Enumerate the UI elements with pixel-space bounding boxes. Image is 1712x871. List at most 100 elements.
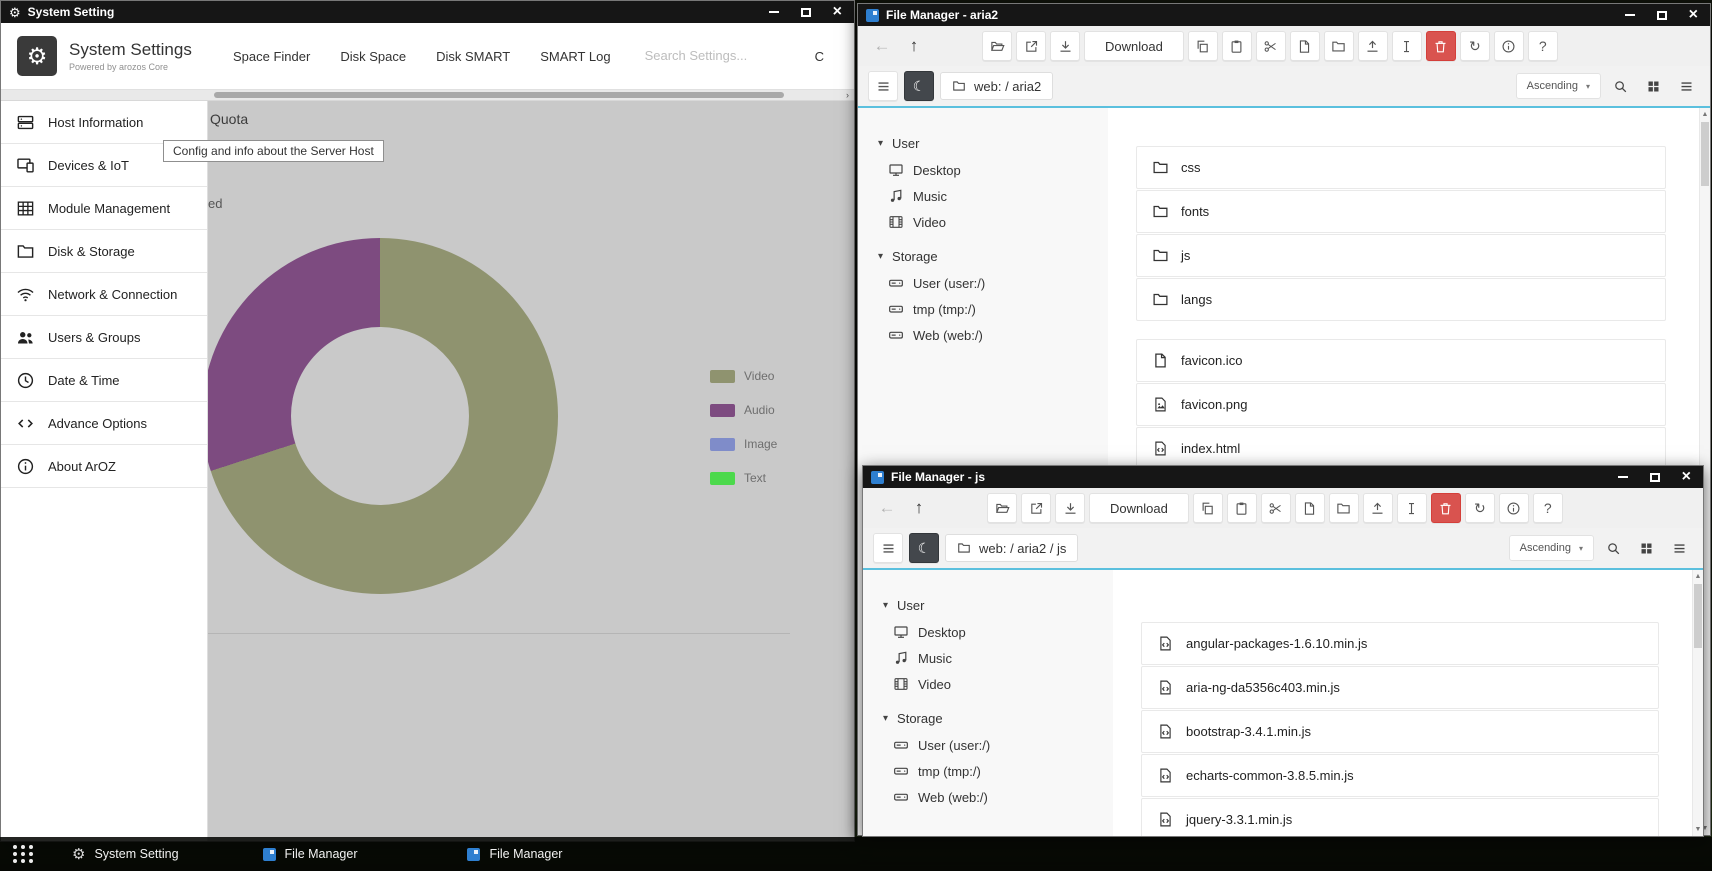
- copy-button[interactable]: [1188, 31, 1218, 61]
- file-row-folder-fonts[interactable]: fonts: [1136, 190, 1666, 233]
- new-folder-button[interactable]: [1329, 493, 1359, 523]
- file-row-angular[interactable]: angular-packages-1.6.10.min.js: [1141, 622, 1659, 665]
- paste-button[interactable]: [1222, 31, 1252, 61]
- sidebar-item-host-information[interactable]: Host Information: [1, 101, 207, 144]
- close-button[interactable]: ×: [1689, 7, 1698, 23]
- file-row-folder-langs[interactable]: langs: [1136, 278, 1666, 321]
- upload-button[interactable]: [1363, 493, 1393, 523]
- apps-grid-icon[interactable]: [12, 843, 34, 865]
- settings-search-input[interactable]: [645, 48, 749, 63]
- rename-button[interactable]: [1397, 493, 1427, 523]
- download-button[interactable]: Download: [1089, 493, 1189, 523]
- menu-button[interactable]: [868, 71, 898, 101]
- open-folder-button[interactable]: [982, 31, 1012, 61]
- window-titlebar[interactable]: File Manager - js ×: [863, 466, 1703, 488]
- hscroll-right-arrow[interactable]: ›: [846, 90, 849, 100]
- sort-dropdown[interactable]: Ascending▾: [1509, 535, 1594, 561]
- sidebar-item-module-management[interactable]: Module Management: [1, 187, 207, 230]
- search-button[interactable]: [1600, 535, 1627, 562]
- tree-item-web-drive[interactable]: Web (web:/): [863, 784, 1113, 810]
- sidebar-item-network-connection[interactable]: Network & Connection: [1, 273, 207, 316]
- scroll-down-arrow[interactable]: ▼: [1693, 826, 1703, 833]
- horizontal-scrollbar[interactable]: ›: [1, 89, 854, 101]
- close-button[interactable]: ×: [1682, 469, 1691, 485]
- tree-section-storage[interactable]: ▾Storage: [858, 243, 1108, 270]
- open-external-button[interactable]: [1021, 493, 1051, 523]
- download-icon-button[interactable]: [1055, 493, 1085, 523]
- tree-item-web-drive[interactable]: Web (web:/): [858, 322, 1108, 348]
- refresh-button[interactable]: ↻: [1465, 493, 1495, 523]
- cut-button[interactable]: [1261, 493, 1291, 523]
- file-row-favicon-ico[interactable]: favicon.ico: [1136, 339, 1666, 382]
- new-file-button[interactable]: [1295, 493, 1325, 523]
- list-view-button[interactable]: [1666, 535, 1693, 562]
- tree-item-video[interactable]: Video: [858, 209, 1108, 235]
- back-button[interactable]: ←: [868, 32, 896, 60]
- file-row-jquery[interactable]: jquery-3.3.1.min.js: [1141, 798, 1659, 836]
- file-row-bootstrap[interactable]: bootstrap-3.4.1.min.js: [1141, 710, 1659, 753]
- taskbar-item-file-manager-1[interactable]: File Manager: [263, 847, 358, 861]
- maximize-button[interactable]: [1657, 11, 1667, 20]
- maximize-button[interactable]: [1650, 473, 1660, 482]
- refresh-button[interactable]: ↻: [1460, 31, 1490, 61]
- tree-item-video[interactable]: Video: [863, 671, 1113, 697]
- paste-button[interactable]: [1227, 493, 1257, 523]
- minimize-button[interactable]: [1625, 14, 1635, 16]
- minimize-button[interactable]: [769, 11, 779, 13]
- file-row-folder-css[interactable]: css: [1136, 146, 1666, 189]
- rename-button[interactable]: [1392, 31, 1422, 61]
- minimize-button[interactable]: [1618, 476, 1628, 478]
- properties-button[interactable]: [1494, 31, 1524, 61]
- file-row-index-html[interactable]: index.html: [1136, 427, 1666, 470]
- new-folder-button[interactable]: [1324, 31, 1354, 61]
- tree-item-tmp-drive[interactable]: tmp (tmp:/): [863, 758, 1113, 784]
- sidebar-item-users-groups[interactable]: Users & Groups: [1, 316, 207, 359]
- scrollbar-thumb[interactable]: [1701, 122, 1709, 186]
- tree-item-music[interactable]: Music: [863, 645, 1113, 671]
- window-titlebar[interactable]: ⚙ System Setting ×: [1, 1, 854, 23]
- delete-button[interactable]: [1431, 493, 1461, 523]
- file-row-folder-js[interactable]: js: [1136, 234, 1666, 277]
- theme-toggle-button[interactable]: ☾: [904, 71, 934, 101]
- up-button[interactable]: ↑: [905, 494, 933, 522]
- taskbar-item-system-setting[interactable]: ⚙ System Setting: [72, 847, 179, 862]
- tab-disk-smart[interactable]: Disk SMART: [436, 49, 510, 64]
- close-button[interactable]: ×: [833, 4, 842, 20]
- file-row-echarts[interactable]: echarts-common-3.8.5.min.js: [1141, 754, 1659, 797]
- tree-item-user-drive[interactable]: User (user:/): [863, 732, 1113, 758]
- tree-item-music[interactable]: Music: [858, 183, 1108, 209]
- delete-button[interactable]: [1426, 31, 1456, 61]
- copy-button[interactable]: [1193, 493, 1223, 523]
- grid-view-button[interactable]: [1633, 535, 1660, 562]
- tree-section-storage[interactable]: ▾Storage: [863, 705, 1113, 732]
- breadcrumb[interactable]: web: / aria2: [940, 72, 1053, 100]
- tab-disk-space[interactable]: Disk Space: [340, 49, 406, 64]
- help-button[interactable]: ?: [1533, 493, 1563, 523]
- search-button[interactable]: [1607, 73, 1634, 100]
- list-view-button[interactable]: [1673, 73, 1700, 100]
- menu-button[interactable]: [873, 533, 903, 563]
- tree-item-desktop[interactable]: Desktop: [863, 619, 1113, 645]
- back-button[interactable]: ←: [873, 494, 901, 522]
- tree-item-user-drive[interactable]: User (user:/): [858, 270, 1108, 296]
- breadcrumb[interactable]: web: / aria2 / js: [945, 534, 1078, 562]
- open-folder-button[interactable]: [987, 493, 1017, 523]
- scroll-up-arrow[interactable]: ▲: [1693, 573, 1703, 580]
- taskbar-item-file-manager-2[interactable]: File Manager: [467, 847, 562, 861]
- sort-dropdown[interactable]: Ascending▾: [1516, 73, 1601, 99]
- tab-space-finder[interactable]: Space Finder: [233, 49, 310, 64]
- new-file-button[interactable]: [1290, 31, 1320, 61]
- tab-smart-log[interactable]: SMART Log: [540, 49, 610, 64]
- hscroll-thumb[interactable]: [214, 92, 784, 98]
- file-row-aria-ng[interactable]: aria-ng-da5356c403.min.js: [1141, 666, 1659, 709]
- scrollbar[interactable]: ▲ ▼: [1692, 570, 1703, 836]
- sidebar-item-advance-options[interactable]: Advance Options: [1, 402, 207, 445]
- help-button[interactable]: ?: [1528, 31, 1558, 61]
- properties-button[interactable]: [1499, 493, 1529, 523]
- maximize-button[interactable]: [801, 8, 811, 17]
- download-button[interactable]: Download: [1084, 31, 1184, 61]
- file-row-favicon-png[interactable]: favicon.png: [1136, 383, 1666, 426]
- upload-button[interactable]: [1358, 31, 1388, 61]
- sidebar-item-date-time[interactable]: Date & Time: [1, 359, 207, 402]
- tree-item-desktop[interactable]: Desktop: [858, 157, 1108, 183]
